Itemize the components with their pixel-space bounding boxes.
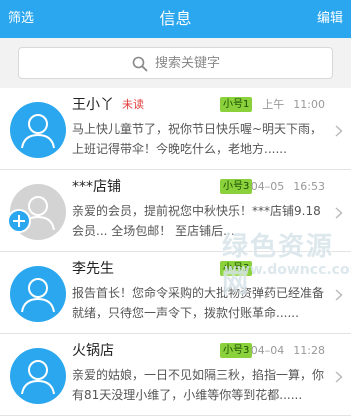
timestamp [316, 261, 325, 276]
avatar [10, 266, 66, 322]
message-time: 16:53 [293, 180, 325, 193]
search-area: 搜索关键字 [0, 38, 351, 88]
add-contact-icon[interactable] [7, 209, 31, 233]
message-item[interactable]: ***店铺 小号3 04–05 16:53 亲爱的会员，提前祝您中秋快乐！***店… [0, 170, 351, 252]
timestamp: 上午 11:00 [262, 97, 325, 112]
message-preview: 亲爱的会员，提前祝您中秋快乐！***店铺9.18会员... 全场包邮！ 至店铺后… [72, 204, 321, 238]
message-item[interactable]: 王小丫 未读 小号1 上午 11:00 马上快儿童节了，祝你节日快乐喔~明天下雨，… [0, 88, 351, 170]
message-date: 上午 [262, 98, 285, 111]
message-time: 11:28 [293, 344, 325, 357]
account-tag: 小号1 [220, 97, 253, 112]
search-icon [132, 56, 148, 72]
message-list: 王小丫 未读 小号1 上午 11:00 马上快儿童节了，祝你节日快乐喔~明天下雨，… [0, 88, 351, 417]
contact-name: 王小丫 [72, 97, 114, 113]
chevron-right-icon [335, 368, 343, 383]
avatar [10, 348, 66, 404]
account-tag: 小号3 [220, 343, 253, 358]
message-date: 04–05 [250, 180, 285, 193]
timestamp: 04–04 11:28 [251, 343, 325, 358]
chevron-right-icon [335, 204, 343, 219]
chevron-right-icon [335, 286, 343, 301]
top-bar: 筛选 信息 编辑 [0, 0, 351, 38]
avatar [10, 102, 66, 158]
contact-name: 李先生 [72, 261, 114, 277]
message-time: 11:00 [293, 98, 325, 111]
page-title: 信息 [159, 9, 192, 28]
account-tag: 小号3 [220, 179, 253, 194]
message-preview: 亲爱的姑娘，一日不见如隔三秋，掐指一算，你有81天没理小维了，小维等你等到花都.… [72, 368, 324, 402]
contact-name: 火锅店 [72, 343, 114, 359]
search-input[interactable]: 搜索关键字 [18, 47, 333, 79]
message-date: 04–04 [250, 344, 285, 357]
message-preview: 报告首长！您命令采购的大批物资弹药已经准备就绪，只待您一声令下，拨款付账革命..… [72, 286, 324, 320]
unread-badge: 未读 [122, 98, 144, 111]
message-item[interactable]: 李先生 小号3 报告首长！您命令采购的大批物资弹药已经准备就绪，只待您一声令下，… [0, 252, 351, 334]
message-preview: 马上快儿童节了，祝你节日快乐喔~明天下雨，上班记得带伞！今晚吃什么，老地方...… [72, 122, 323, 156]
message-item[interactable]: 火锅店 小号3 04–04 11:28 亲爱的姑娘，一日不见如隔三秋，掐指一算，你… [0, 334, 351, 416]
edit-button[interactable]: 编辑 [317, 10, 343, 28]
chevron-right-icon [335, 122, 343, 137]
timestamp: 04–05 16:53 [251, 179, 325, 194]
account-tag: 小号3 [220, 261, 253, 276]
contact-name: ***店铺 [72, 179, 121, 195]
search-placeholder: 搜索关键字 [155, 56, 221, 71]
